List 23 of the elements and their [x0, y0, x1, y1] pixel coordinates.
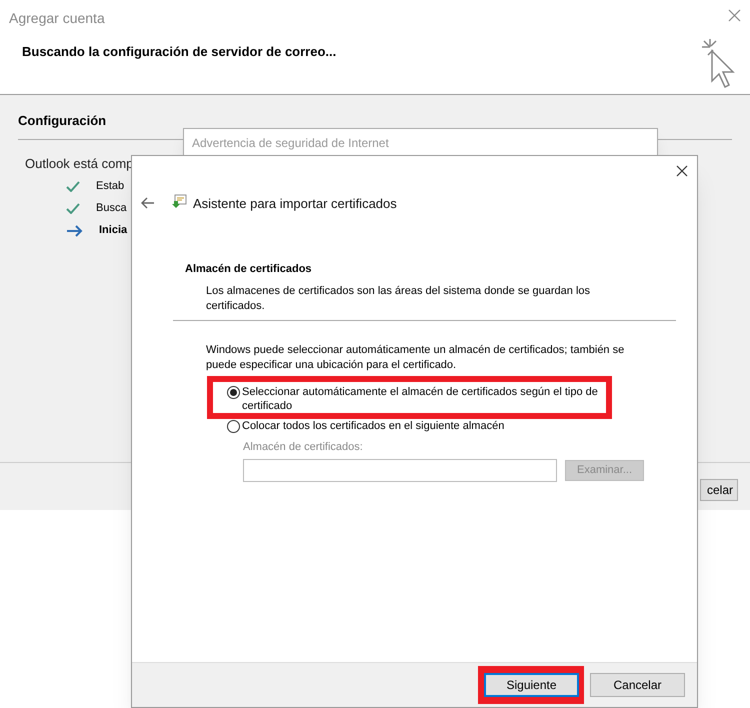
radio-option[interactable]: Colocar todos los certificados en el siguiente almacén	[227, 418, 676, 432]
check-icon	[66, 203, 80, 214]
arrow-icon	[66, 224, 83, 236]
certificate-icon	[171, 194, 187, 210]
check-icon	[66, 181, 80, 192]
store-input-field[interactable]	[243, 459, 557, 482]
field-label: Almacén de certificados:	[243, 440, 364, 454]
cursor-sparkle-icon	[700, 37, 738, 89]
step-label: Inicia	[99, 223, 128, 238]
cancel-button[interactable]: celar	[700, 479, 738, 501]
section-title: Almacén de certificados	[185, 262, 313, 277]
step-label: Busca	[96, 201, 127, 216]
dialog-button[interactable]: Siguiente	[484, 673, 579, 697]
step-label: Estab	[96, 179, 124, 194]
dialog-button[interactable]: Cancelar	[590, 673, 685, 697]
intro-text: Windows puede seleccionar automáticamente un almacén de certificados; también se puede especificar una ubicación para el certificado.	[206, 342, 626, 372]
window-title: Agregar cuenta	[9, 9, 105, 28]
close-icon[interactable]	[676, 165, 688, 177]
heading: Buscando la configuración de servidor de correo...	[22, 43, 336, 61]
back-arrow-icon[interactable]	[141, 197, 155, 209]
radio-option[interactable]: Seleccionar automáticamente el almacén de certificados según el tipo de certificado	[227, 384, 676, 412]
section-description: Los almacenes de certificados son las áreas del sistema donde se guardan los certificados.	[206, 284, 592, 314]
dialog-title: Asistente para importar certificados	[193, 195, 397, 213]
